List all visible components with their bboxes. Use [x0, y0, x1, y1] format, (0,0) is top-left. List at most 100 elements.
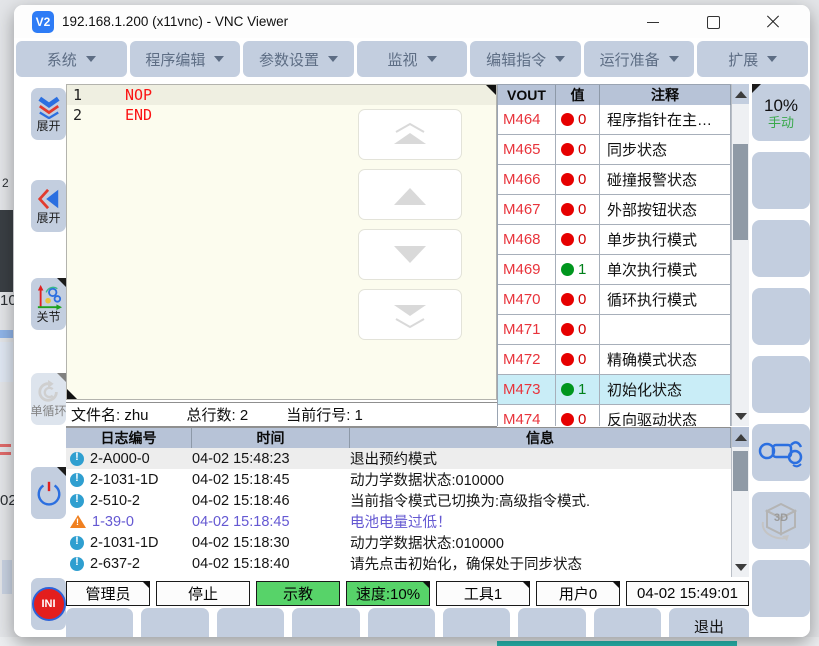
main-content: 展开 展开	[14, 82, 810, 637]
log-row[interactable]: 2-A000-0 04-02 15:48:23 退出预约模式	[66, 448, 731, 469]
exit-button[interactable]: 退出	[669, 608, 749, 637]
function-button[interactable]	[217, 608, 284, 637]
sidebar-ini-button[interactable]: INI	[31, 578, 66, 630]
joystick-button[interactable]	[752, 424, 810, 481]
table-row[interactable]: M474 0 反向驱动状态	[498, 405, 731, 426]
sidebar-label: 单循环	[31, 405, 67, 418]
right-panel-button[interactable]	[752, 220, 810, 277]
table-row[interactable]: M472 0 精确模式状态	[498, 345, 731, 375]
chevron-down-icon	[767, 56, 777, 62]
log-scrollbar[interactable]	[731, 427, 749, 577]
vout-value: 1	[578, 381, 586, 398]
right-panel-button[interactable]	[752, 152, 810, 209]
minimize-icon[interactable]	[646, 15, 660, 29]
scrollbar-down-button[interactable]	[732, 557, 749, 577]
scrollbar-thumb[interactable]	[733, 144, 748, 240]
vout-comment: 外部按钮状态	[600, 195, 731, 224]
scrollbar-up-button[interactable]	[732, 427, 749, 447]
log-row[interactable]: 2-637-2 04-02 15:18:40 请先点击初始化，确保处于同步状态	[66, 553, 731, 574]
status-mode-badge[interactable]: 示教	[256, 581, 340, 606]
status-role-button[interactable]: 管理员	[66, 581, 150, 606]
log-time: 04-02 15:18:28	[192, 577, 350, 578]
log-row-warning[interactable]: 1-39-0 04-02 15:18:45 电池电量过低！	[66, 511, 731, 532]
log-header: 时间	[192, 428, 350, 448]
desktop-fragment	[0, 210, 13, 292]
menu-system[interactable]: 系统	[16, 41, 127, 77]
menu-parameter-settings[interactable]: 参数设置	[243, 41, 354, 77]
function-button[interactable]	[518, 608, 585, 637]
status-tool-button[interactable]: 工具1	[436, 581, 530, 606]
corner-marker-icon	[752, 84, 761, 93]
scroll-down-button[interactable]	[358, 229, 462, 280]
table-row[interactable]: M464 0 程序指针在主…	[498, 105, 731, 135]
log-row[interactable]: 2-1031-1D 04-02 15:18:30 动力学数据状态:010000	[66, 532, 731, 553]
program-editor[interactable]: 1 NOP 2 END	[66, 84, 497, 400]
info-icon	[70, 473, 84, 487]
menu-extension[interactable]: 扩展	[697, 41, 808, 77]
sidebar-power-button[interactable]	[31, 467, 66, 519]
speed-mode-button[interactable]: 10% 手动	[752, 84, 810, 141]
desktop-fragment: 2	[2, 176, 9, 190]
status-clock-label: 04-02 15:49:01	[637, 585, 738, 602]
right-panel-button[interactable]	[752, 288, 810, 345]
function-button[interactable]	[368, 608, 435, 637]
maximize-icon[interactable]	[706, 15, 720, 29]
sidebar-expand-down-button[interactable]: 展开	[31, 88, 66, 140]
menu-run-prepare[interactable]: 运行准备	[584, 41, 695, 77]
table-row[interactable]: M469 1 单次执行模式	[498, 255, 731, 285]
table-row[interactable]: M466 0 碰撞报警状态	[498, 165, 731, 195]
code-line[interactable]: 1 NOP	[67, 85, 496, 105]
vout-value: 0	[578, 291, 586, 308]
vout-value: 0	[578, 231, 586, 248]
function-button[interactable]	[292, 608, 359, 637]
scroll-up-button[interactable]	[358, 169, 462, 220]
view-3d-button[interactable]: 3D	[752, 492, 810, 549]
vout-scrollbar[interactable]	[731, 84, 749, 426]
menu-monitor[interactable]: 监视	[357, 41, 468, 77]
table-row[interactable]: M470 0 循环执行模式	[498, 285, 731, 315]
table-row[interactable]: M467 0 外部按钮状态	[498, 195, 731, 225]
sidebar-joint-button[interactable]: 关节	[31, 278, 66, 330]
line-code: END	[125, 105, 152, 125]
sidebar-expand-left-button[interactable]: 展开	[31, 180, 66, 232]
status-user-button[interactable]: 用户0	[536, 581, 620, 606]
status-speed-button[interactable]: 速度:10%	[346, 581, 430, 606]
right-panel-button[interactable]	[752, 356, 810, 413]
sidebar-single-cycle-button[interactable]: 单循环	[31, 373, 66, 425]
desktop-fragment	[0, 342, 13, 382]
log-message: 当前指令模式已切换为:高级指令模式.	[350, 490, 731, 511]
menu-edit-command[interactable]: 编辑指令	[470, 41, 581, 77]
log-row[interactable]: 2-1031-1D 04-02 15:18:45 动力学数据状态:010000	[66, 469, 731, 490]
vout-comment: 单步执行模式	[600, 225, 731, 254]
log-id: 2-1031-1D	[90, 472, 159, 488]
status-bar: 管理员 停止 示教 速度:10% 工具1 用户0	[66, 581, 749, 606]
desktop-taskbar-sliver	[0, 637, 819, 646]
log-header: 信息	[350, 428, 731, 448]
scrollbar-down-button[interactable]	[732, 406, 749, 426]
title-bar[interactable]: V2 192.168.1.200 (x11vnc) - VNC Viewer	[14, 5, 810, 38]
vout-value: 1	[578, 261, 586, 278]
vout-value: 0	[578, 171, 586, 188]
scroll-top-button[interactable]	[358, 109, 462, 160]
log-row-error[interactable]: 2-A738-1D 04-02 15:18:28 示教器连接提醒!	[66, 574, 731, 577]
status-run-state[interactable]: 停止	[156, 581, 250, 606]
scrollbar-thumb[interactable]	[733, 451, 748, 491]
log-row[interactable]: 2-510-2 04-02 15:18:46 当前指令模式已切换为:高级指令模式…	[66, 490, 731, 511]
function-button[interactable]	[443, 608, 510, 637]
menu-program-edit[interactable]: 程序编辑	[130, 41, 241, 77]
table-row-selected[interactable]: M473 1 初始化状态	[498, 375, 731, 405]
table-row[interactable]: M468 0 单步执行模式	[498, 225, 731, 255]
function-button[interactable]	[594, 608, 661, 637]
status-dot-icon	[561, 383, 574, 396]
line-number: 1	[67, 85, 125, 105]
right-panel-button[interactable]	[752, 560, 810, 617]
close-icon[interactable]	[766, 15, 780, 29]
scroll-bottom-button[interactable]	[358, 289, 462, 340]
chevron-down-icon	[669, 56, 679, 62]
log-time: 04-02 15:18:30	[192, 535, 350, 551]
scrollbar-up-button[interactable]	[732, 84, 749, 104]
function-button[interactable]	[66, 608, 133, 637]
table-row[interactable]: M471 0	[498, 315, 731, 345]
table-row[interactable]: M465 0 同步状态	[498, 135, 731, 165]
function-button[interactable]	[141, 608, 208, 637]
